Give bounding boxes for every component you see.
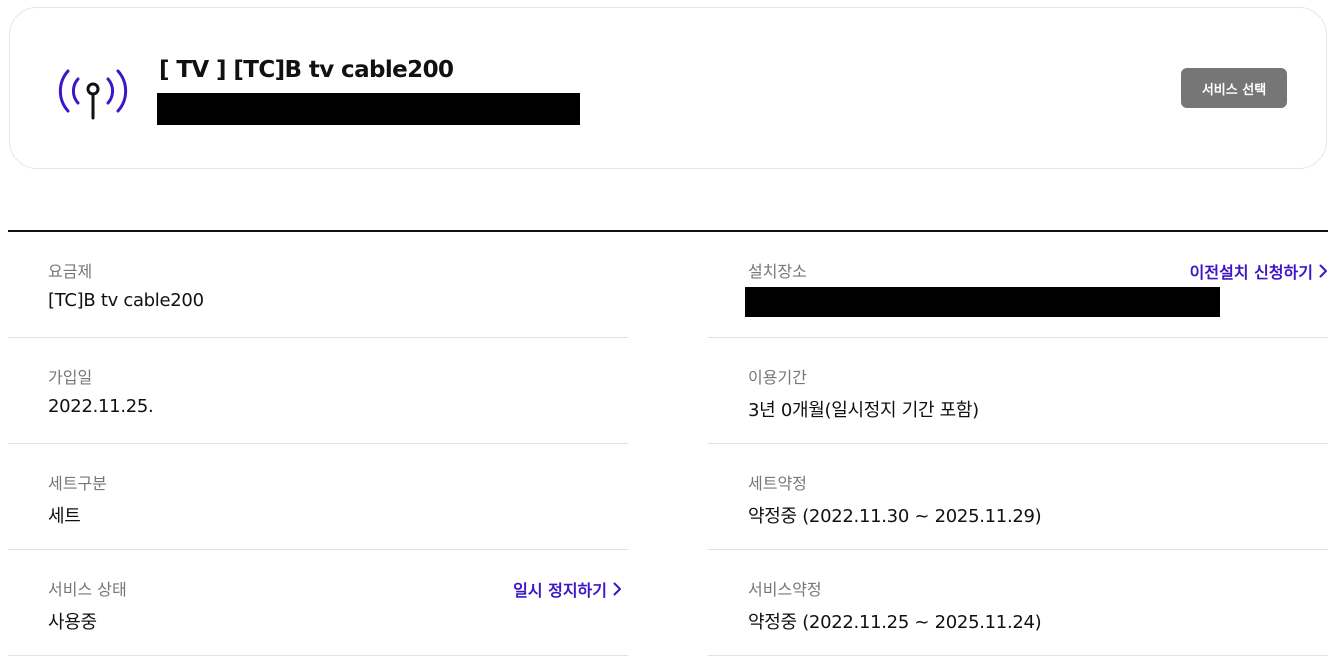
detail-row-join-date: 가입일 2022.11.25.	[8, 338, 628, 444]
broadcast-antenna-icon	[58, 69, 128, 120]
detail-label: 서비스 상태	[48, 580, 127, 599]
detail-label: 세트약정	[748, 474, 807, 493]
detail-row-service-contract: 서비스약정 약정중 (2022.11.25 ~ 2025.11.24)	[708, 550, 1328, 656]
detail-value: 사용중	[48, 612, 97, 633]
detail-row-install-location: 설치장소 이전설치 신청하기	[708, 232, 1328, 338]
detail-label: 가입일	[48, 368, 93, 387]
detail-label: 서비스약정	[748, 580, 822, 599]
detail-value: 약정중 (2022.11.25 ~ 2025.11.24)	[748, 612, 1042, 633]
detail-value: 3년 0개월(일시정지 기간 포함)	[748, 400, 979, 421]
detail-value: 약정중 (2022.11.30 ~ 2025.11.29)	[748, 506, 1042, 527]
redacted-install-address	[745, 287, 1220, 317]
detail-label: 이용기간	[748, 368, 807, 387]
detail-value: 2022.11.25.	[48, 396, 154, 417]
service-select-button[interactable]: 서비스 선택	[1181, 68, 1287, 108]
detail-label: 세트구분	[48, 474, 107, 493]
detail-row-service-status: 서비스 상태 사용중 일시 정지하기	[8, 550, 628, 656]
service-card: [ TV ] [TC]B tv cable200 서비스 선택	[9, 7, 1327, 169]
pause-service-link[interactable]: 일시 정지하기	[513, 577, 622, 601]
relocation-request-link[interactable]: 이전설치 신청하기	[1190, 259, 1328, 283]
pause-service-link-label: 일시 정지하기	[513, 581, 607, 600]
detail-value: 세트	[48, 506, 81, 527]
detail-label: 요금제	[48, 262, 93, 281]
service-title: [ TV ] [TC]B tv cable200	[159, 57, 454, 83]
detail-label: 설치장소	[748, 262, 807, 281]
detail-row-usage-period: 이용기간 3년 0개월(일시정지 기간 포함)	[708, 338, 1328, 444]
redacted-service-id	[157, 93, 580, 125]
details-right-column: 설치장소 이전설치 신청하기 이용기간 3년 0개월(일시정지 기간 포함) 세…	[708, 232, 1328, 656]
detail-row-set-type: 세트구분 세트	[8, 444, 628, 550]
chevron-right-icon	[1319, 264, 1327, 278]
detail-row-plan: 요금제 [TC]B tv cable200	[8, 232, 628, 338]
chevron-right-icon	[613, 582, 621, 596]
detail-value: [TC]B tv cable200	[48, 290, 204, 311]
relocation-request-link-label: 이전설치 신청하기	[1189, 263, 1313, 282]
detail-row-set-contract: 세트약정 약정중 (2022.11.30 ~ 2025.11.29)	[708, 444, 1328, 550]
details-left-column: 요금제 [TC]B tv cable200 가입일 2022.11.25. 세트…	[8, 232, 628, 656]
